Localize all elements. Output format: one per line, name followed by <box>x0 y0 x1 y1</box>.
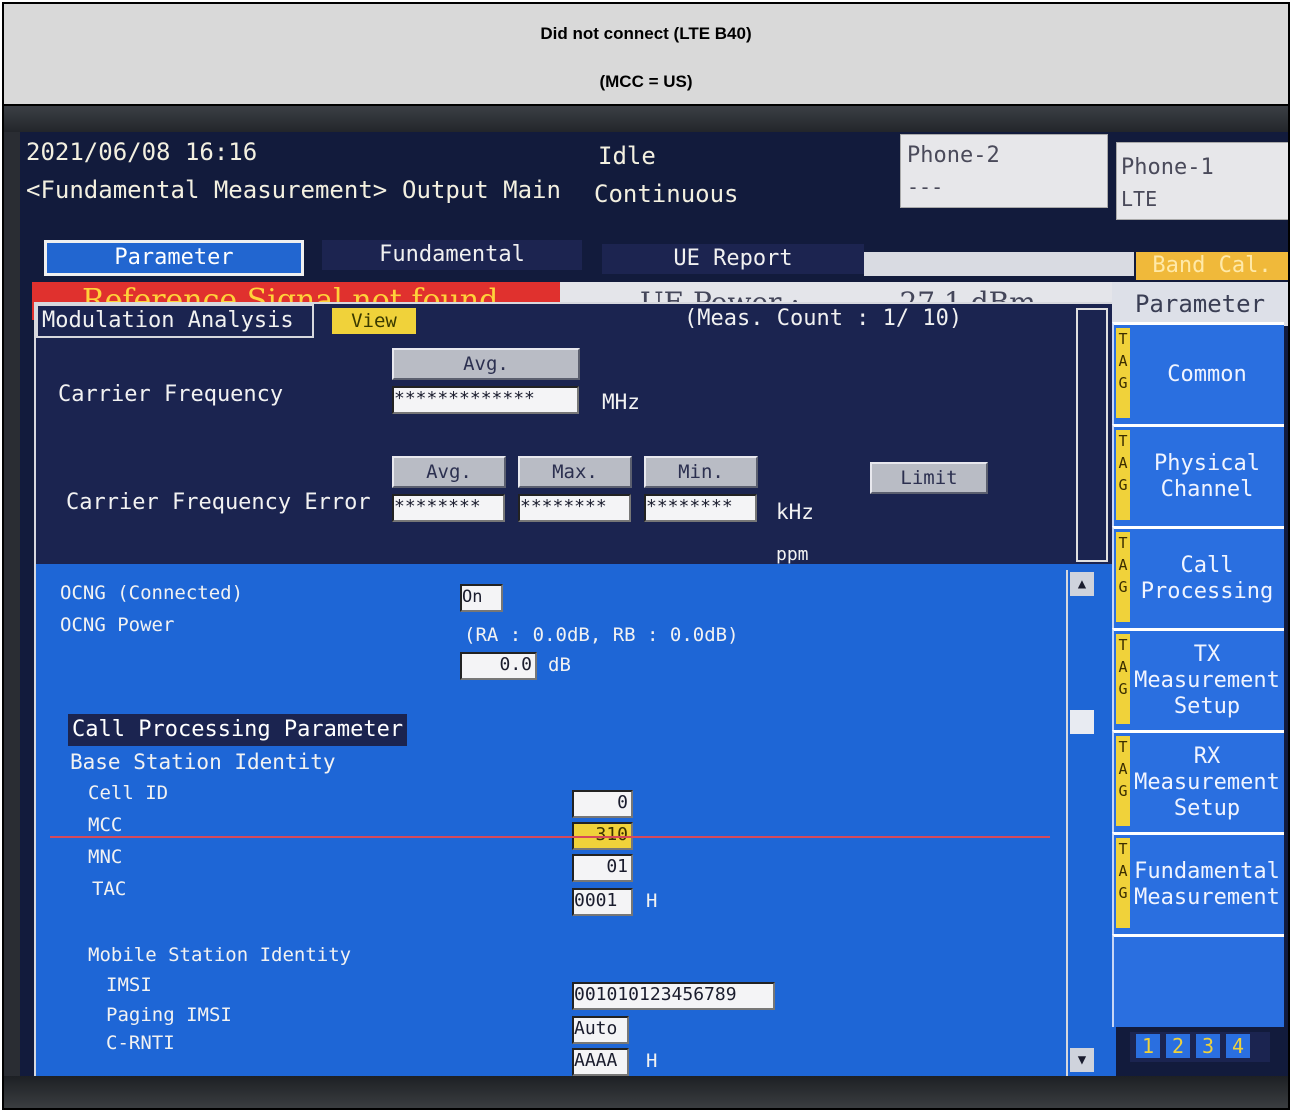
side-item-empty[interactable] <box>1112 934 1284 1027</box>
caption-line-2: (MCC = US) <box>599 72 693 91</box>
cfe-unit-ppm: ppm <box>776 544 809 564</box>
tag-icon: TAG <box>1116 430 1130 520</box>
ocng-power-unit: dB <box>548 654 571 676</box>
cfe-min-header: Min. <box>644 456 758 488</box>
tab-parameter[interactable]: Parameter <box>44 240 304 276</box>
tab-spacer <box>864 252 1134 276</box>
tag-icon: TAG <box>1116 634 1130 724</box>
lower-scrollbar[interactable]: ▲ ▼ <box>1066 570 1098 1076</box>
mnc-label: MNC <box>88 846 123 868</box>
carrier-freq-unit: MHz <box>602 390 640 414</box>
carrier-freq-avg-header: Avg. <box>392 348 580 380</box>
bezel-bottom <box>4 1076 1288 1108</box>
page-selector: 1 2 3 4 <box>1130 1032 1270 1062</box>
cfe-max-value: ******** <box>518 494 631 522</box>
side-item-common[interactable]: T A G Common <box>1112 322 1284 425</box>
side-item-physical-channel[interactable]: T A G Physical Channel <box>1112 424 1284 527</box>
output-label: Output Main <box>402 176 561 204</box>
tab-fundamental[interactable]: Fundamental <box>322 240 582 270</box>
datetime: 2021/06/08 16:16 <box>26 138 258 166</box>
tag-icon: TAG <box>1116 328 1130 418</box>
modulation-panel: Modulation Analysis View (Meas. Count : … <box>34 302 1118 568</box>
scroll-up-icon[interactable]: ▲ <box>1070 572 1094 596</box>
meas-count: (Meas. Count : 1/ 10) <box>684 306 963 331</box>
tag-icon: TAG <box>1116 736 1130 826</box>
phone2-box: Phone-2 --- <box>900 134 1108 208</box>
c-rnti-unit: H <box>646 1050 658 1072</box>
phone1-value: LTE <box>1121 187 1158 211</box>
bs-identity-label: Base Station Identity <box>70 750 336 774</box>
side-item-fundamental-measurement[interactable]: T A G Fundamental Measurement <box>1112 832 1284 935</box>
band-cal-button[interactable]: Band Cal. <box>1136 252 1288 280</box>
carrier-freq-value: ************* <box>392 386 579 414</box>
red-divider <box>50 836 1050 838</box>
paging-imsi-value[interactable]: Auto <box>572 1016 629 1044</box>
paging-imsi-label: Paging IMSI <box>106 1004 232 1026</box>
view-button[interactable]: View <box>332 308 416 334</box>
mcc-label: MCC <box>88 814 123 836</box>
caption-panel: Did not connect (LTE B40) (MCC = US) <box>4 4 1288 106</box>
parameter-panel: OCNG (Connected) On OCNG Power (RA : 0.0… <box>34 564 1116 1078</box>
cfe-avg-header: Avg. <box>392 456 506 488</box>
phone2-label: Phone-2 <box>907 143 1000 168</box>
cfe-unit: kHz <box>776 500 814 524</box>
instrument-photo: 2021/06/08 16:16 <Fundamental Measuremen… <box>4 106 1288 1108</box>
page-3-button[interactable]: 3 <box>1196 1034 1220 1058</box>
c-rnti-label: C-RNTI <box>106 1032 175 1054</box>
upper-scrollbar[interactable] <box>1076 308 1108 562</box>
cell-id-label: Cell ID <box>88 782 169 804</box>
carrier-freq-label: Carrier Frequency <box>58 382 284 407</box>
tac-value[interactable]: 0001 <box>572 888 633 916</box>
page-2-button[interactable]: 2 <box>1166 1034 1190 1058</box>
scroll-thumb[interactable] <box>1070 710 1094 734</box>
mode-label: Continuous <box>594 180 739 208</box>
ms-identity-label: Mobile Station Identity <box>88 944 352 966</box>
imsi-value[interactable]: 001010123456789 <box>572 982 775 1010</box>
bezel-top <box>4 106 1288 132</box>
screenshot-frame: Did not connect (LTE B40) (MCC = US) 202… <box>2 2 1290 1110</box>
side-item-call-processing[interactable]: T A G Call Processing <box>1112 526 1284 629</box>
side-item-tx-measurement[interactable]: T A G TX Measurement Setup <box>1112 628 1284 731</box>
page-1-button[interactable]: 1 <box>1136 1034 1160 1058</box>
limit-button[interactable]: Limit <box>870 462 988 494</box>
instrument-screen: 2021/06/08 16:16 <Fundamental Measuremen… <box>20 132 1288 1078</box>
screen-name: <Fundamental Measurement> <box>26 176 388 204</box>
caption-line-1: Did not connect (LTE B40) <box>540 24 752 43</box>
phone1-box: Phone-1 LTE <box>1116 142 1288 220</box>
page-4-button[interactable]: 4 <box>1226 1034 1250 1058</box>
cfe-min-value: ******** <box>644 494 757 522</box>
scroll-down-icon[interactable]: ▼ <box>1070 1048 1094 1072</box>
tag-icon: TAG <box>1116 532 1130 622</box>
c-rnti-value[interactable]: AAAA <box>572 1048 629 1076</box>
side-item-rx-measurement[interactable]: T A G RX Measurement Setup <box>1112 730 1284 833</box>
phone1-label: Phone-1 <box>1121 155 1214 180</box>
ocng-connected-label: OCNG (Connected) <box>60 582 244 604</box>
cfe-max-header: Max. <box>518 456 632 488</box>
ocng-power-value[interactable]: 0.0 <box>460 652 537 680</box>
state-label: Idle <box>598 142 656 170</box>
phone2-value: --- <box>907 175 944 199</box>
tac-label: TAC <box>92 878 127 900</box>
ocng-ra-rb: (RA : 0.0dB, RB : 0.0dB) <box>464 624 739 646</box>
cfe-label: Carrier Frequency Error <box>66 490 371 515</box>
ocng-power-label: OCNG Power <box>60 614 175 636</box>
call-processing-header: Call Processing Parameter <box>68 714 408 746</box>
tac-unit: H <box>646 890 658 912</box>
imsi-label: IMSI <box>106 974 152 996</box>
modulation-title: Modulation Analysis <box>36 304 314 338</box>
mnc-value[interactable]: 01 <box>572 854 633 882</box>
side-menu-title: Parameter <box>1112 282 1288 326</box>
ocng-connected-value[interactable]: On <box>460 584 503 612</box>
tab-ue-report[interactable]: UE Report <box>602 244 864 274</box>
cfe-avg-value: ******** <box>392 494 505 522</box>
tag-icon: TAG <box>1116 838 1130 928</box>
cell-id-value[interactable]: 0 <box>572 790 633 818</box>
